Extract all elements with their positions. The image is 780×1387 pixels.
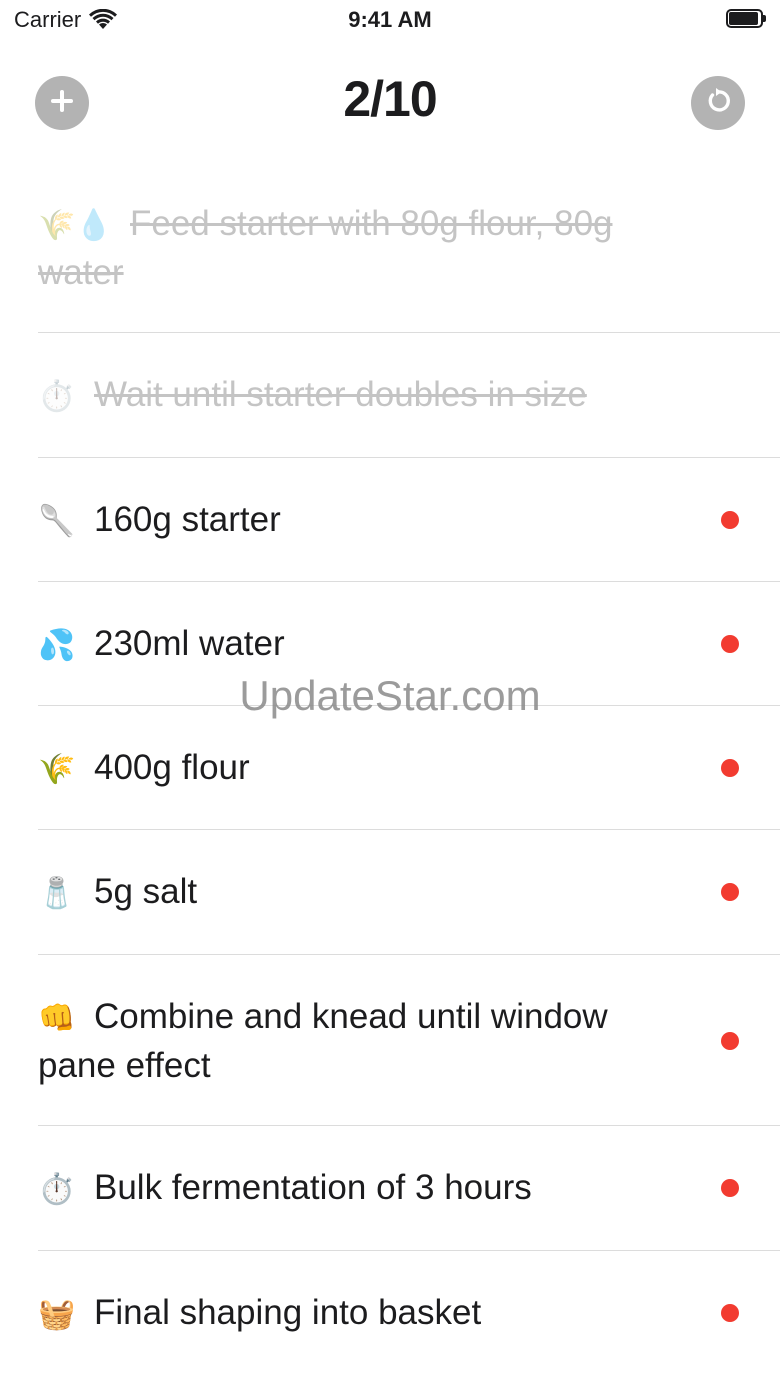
- pending-dot: [721, 1179, 739, 1197]
- pending-dot: [721, 883, 739, 901]
- step-text: 👊 Combine and knead until window pane eff…: [38, 993, 678, 1089]
- basket-icon: 🧺: [38, 1298, 76, 1331]
- stopwatch-icon: ⏱️: [38, 1173, 76, 1206]
- reset-button[interactable]: [691, 76, 745, 130]
- step-text: 🌾 400g flour: [38, 744, 678, 793]
- fist-icon: 👊: [38, 1002, 76, 1035]
- step-label: 230ml water: [94, 624, 285, 663]
- spoon-icon: 🥄: [38, 505, 76, 538]
- salt-shaker-icon: 🧂: [38, 877, 76, 910]
- pending-dot: [721, 1304, 739, 1322]
- refresh-icon: [704, 87, 732, 120]
- step-row[interactable]: 🧺 Final shaping into basket: [38, 1251, 780, 1375]
- status-time: 9:41 AM: [348, 7, 432, 32]
- step-emoji-icon: ⏱️: [38, 380, 76, 413]
- step-row[interactable]: 👊 Combine and knead until window pane eff…: [38, 955, 780, 1126]
- step-row[interactable]: ⏱️ Bulk fermentation of 3 hours: [38, 1126, 780, 1251]
- step-text: ⏱️ Wait until starter doubles in size: [38, 371, 678, 420]
- step-text: 🥄 160g starter: [38, 496, 678, 545]
- status-bar: Carrier 9:41 AM: [0, 0, 780, 40]
- step-label: 160g starter: [94, 500, 281, 539]
- step-row[interactable]: 🌾 400g flour: [38, 706, 780, 830]
- step-text: 🧺 Final shaping into basket: [38, 1289, 678, 1338]
- step-text: ⏱️ Bulk fermentation of 3 hours: [38, 1164, 678, 1213]
- rice-plant-icon: 🌾: [38, 753, 76, 786]
- step-label: 400g flour: [94, 748, 250, 787]
- pending-dot: [721, 759, 739, 777]
- pending-dot: [721, 1032, 739, 1050]
- page-title: 2/10: [343, 71, 437, 127]
- step-text: 💦 230ml water: [38, 620, 678, 669]
- step-label: Bulk fermentation of 3 hours: [94, 1168, 532, 1207]
- water-drops-icon: 💦: [38, 629, 76, 662]
- step-label: Final shaping into basket: [94, 1293, 482, 1332]
- step-row[interactable]: 🌾💧 Feed starter with 80g flour, 80g water: [38, 190, 780, 333]
- step-row[interactable]: 🥄 160g starter: [38, 458, 780, 582]
- pending-dot: [721, 635, 739, 653]
- step-label: Combine and knead until window pane effe…: [38, 997, 608, 1085]
- step-text: 🧂 5g salt: [38, 868, 678, 917]
- step-label: 5g salt: [94, 872, 198, 911]
- step-row[interactable]: 🧂 5g salt: [38, 830, 780, 955]
- step-emoji-icon: 🌾💧: [38, 209, 113, 242]
- step-text: 🌾💧 Feed starter with 80g flour, 80g water: [38, 200, 678, 296]
- battery-icon: [726, 9, 766, 28]
- step-label: Wait until starter doubles in size: [94, 375, 587, 414]
- pending-dot: [721, 511, 739, 529]
- step-row[interactable]: ⏱️ Wait until starter doubles in size: [38, 333, 780, 458]
- header: 2/10: [0, 48, 780, 152]
- step-row[interactable]: 💦 230ml water: [38, 582, 780, 706]
